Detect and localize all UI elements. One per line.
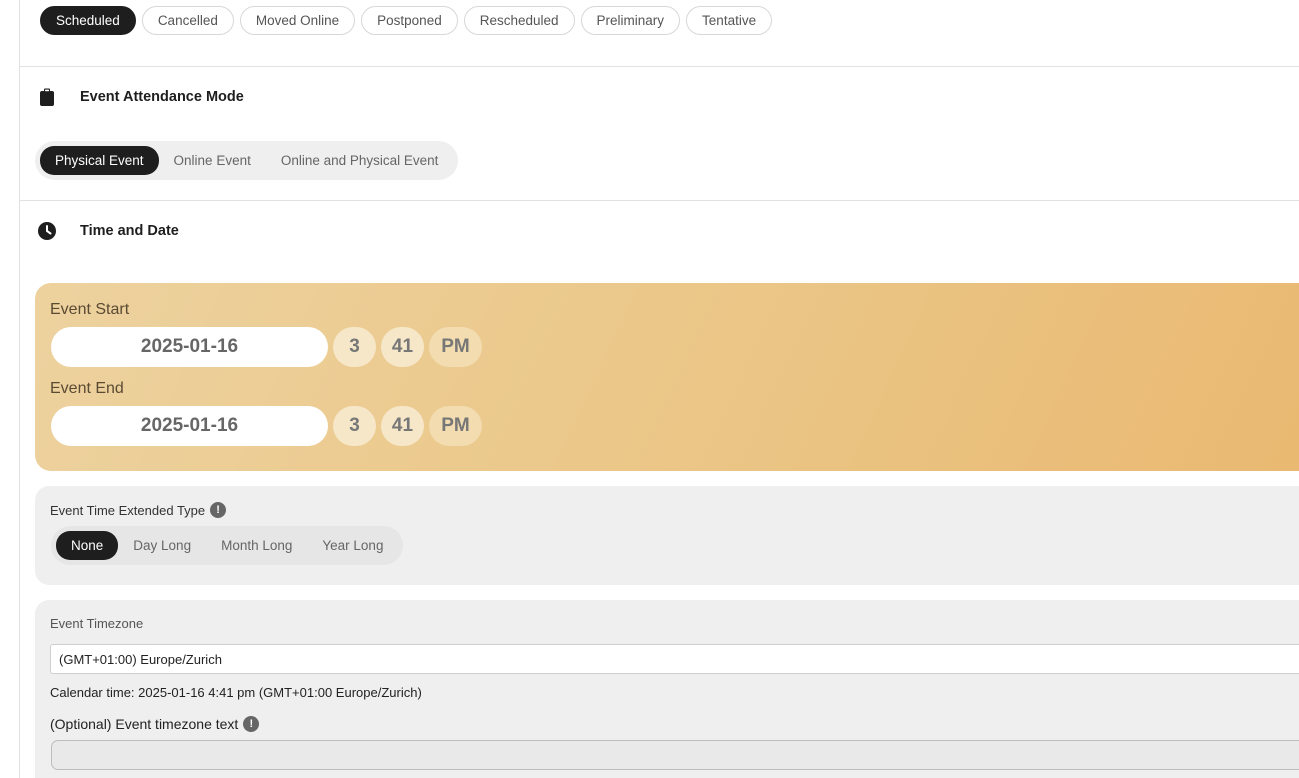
section-divider (20, 66, 1299, 67)
section-divider (20, 200, 1299, 201)
attendance-mixed-option[interactable]: Online and Physical Event (266, 146, 454, 175)
status-rescheduled-pill[interactable]: Rescheduled (463, 6, 575, 35)
calendar-time-text: Calendar time: 2025-01-16 4:41 pm (GMT+0… (50, 685, 422, 700)
event-start-minute-select[interactable]: 41 (381, 327, 424, 367)
event-dates-panel: Event Start 2025-01-16 3 41 PM Event End… (35, 283, 1299, 471)
event-end-label: Event End (50, 380, 124, 397)
status-postponed-pill[interactable]: Postponed (361, 6, 458, 35)
info-icon[interactable]: ! (243, 716, 260, 732)
extended-type-selector: None Day Long Month Long Year Long (51, 526, 404, 565)
extended-month-long-option[interactable]: Month Long (206, 531, 307, 560)
attendance-physical-option[interactable]: Physical Event (40, 146, 159, 175)
status-scheduled-pill[interactable]: Scheduled (40, 6, 136, 35)
attendance-online-option[interactable]: Online Event (159, 146, 266, 175)
extended-type-label: Event Time Extended Type (50, 502, 206, 518)
event-end-date-picker[interactable]: 2025-01-16 (51, 406, 328, 446)
timezone-text-label-row: (Optional) Event timezone text ! (50, 716, 260, 732)
extended-none-option[interactable]: None (56, 531, 119, 560)
left-divider (19, 0, 20, 778)
event-start-date-picker[interactable]: 2025-01-16 (51, 327, 328, 367)
extended-year-long-option[interactable]: Year Long (307, 531, 398, 560)
timezone-select[interactable]: (GMT+01:00) Europe/Zurich (50, 644, 1299, 674)
status-cancelled-pill[interactable]: Cancelled (141, 6, 234, 35)
status-tentative-pill[interactable]: Tentative (686, 6, 773, 35)
clipboard-icon (38, 88, 56, 106)
extended-day-long-option[interactable]: Day Long (118, 531, 206, 560)
timezone-label: Event Timezone (50, 616, 144, 631)
event-status-group: Scheduled Cancelled Moved Online Postpon… (40, 6, 773, 35)
event-end-ampm-select[interactable]: PM (429, 406, 482, 446)
time-date-section-title: Time and Date (80, 223, 179, 239)
status-preliminary-pill[interactable]: Preliminary (580, 6, 681, 35)
timezone-text-input[interactable] (51, 740, 1299, 770)
timezone-card: Event Timezone (GMT+01:00) Europe/Zurich… (35, 600, 1299, 778)
event-end-minute-select[interactable]: 41 (381, 406, 424, 446)
event-end-hour-select[interactable]: 3 (333, 406, 376, 446)
timezone-text-label: (Optional) Event timezone text (50, 716, 239, 732)
event-start-ampm-select[interactable]: PM (429, 327, 482, 367)
status-moved-online-pill[interactable]: Moved Online (239, 6, 356, 35)
info-icon[interactable]: ! (210, 502, 227, 518)
event-start-label: Event Start (50, 301, 130, 318)
extended-type-card: Event Time Extended Type ! None Day Long… (35, 486, 1299, 585)
extended-type-label-row: Event Time Extended Type ! (50, 502, 227, 518)
attendance-section-title: Event Attendance Mode (80, 89, 244, 105)
time-date-section-header: Time and Date (38, 222, 179, 240)
event-start-hour-select[interactable]: 3 (333, 327, 376, 367)
attendance-mode-selector: Physical Event Online Event Online and P… (35, 141, 459, 180)
attendance-section-header: Event Attendance Mode (38, 88, 244, 106)
clock-icon (38, 222, 56, 240)
